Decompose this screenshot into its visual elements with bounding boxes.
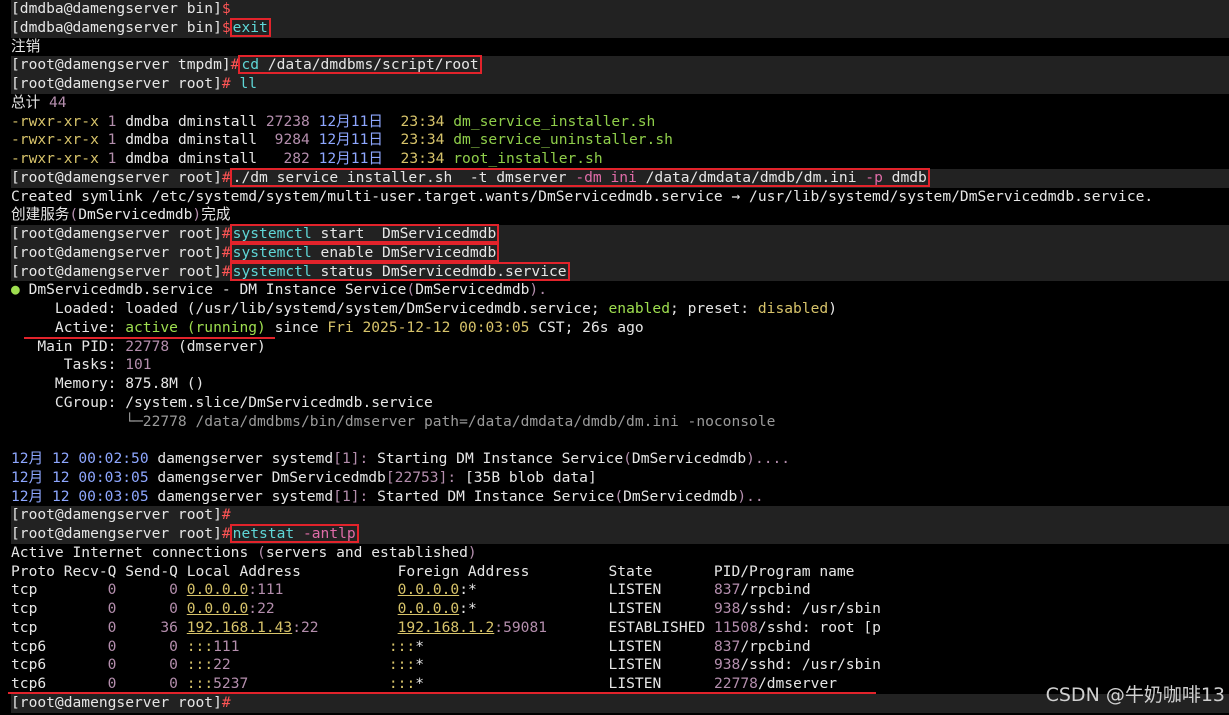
terminal-line: [root@damengserver root]# systemctl enabl… [11,242,1229,263]
table-row: tcp 0 0 0.0.0.0:22 0.0.0.0:* LISTEN 938/… [11,600,881,617]
table-row: tcp 0 36 192.168.1.43:22 192.168.1.2:590… [11,618,881,636]
output-line: 注销 [11,37,41,55]
table-row: tcp6 0 0 :::22 :::* LISTEN 938/sshd: /us… [11,656,881,674]
terminal-line: [root@damengserver root]# systemctl statu… [11,261,1229,282]
file-row: -rwxr-xr-x 1 dmdba dminstall 282 12月11日 … [11,150,603,167]
terminal-line: [root@damengserver root]# [11,506,1229,525]
terminal-line: [root@damengserver root]# systemctl start… [11,224,1229,244]
table-header: Proto Recv-Q Send-Q Local Address Foreig… [11,562,855,580]
output-line: 总计 44 [11,93,67,111]
terminal-line: [dmdba@damengserver bin]$ [11,0,1229,19]
output-line: Active Internet connections (servers and… [11,543,477,561]
table-row: tcp6 0 0 :::111 :::* LISTEN 837/rpcbind [11,637,811,655]
output-line: CGroup: /system.slice/DmServicedmdb.serv… [11,393,433,411]
highlight-underline-active [24,337,275,339]
terminal-line: [root@damengserver root]# netstat -antlp [11,524,1229,544]
log-line: 12月 12 00:03:05 damengserver systemd[1]:… [11,487,764,505]
file-row: -rwxr-xr-x 1 dmdba dminstall 27238 12月11… [11,112,656,130]
status-dot-icon: ● [11,281,20,299]
table-row: tcp 0 0 0.0.0.0:111 0.0.0.0:* LISTEN 837… [11,581,811,599]
terminal-line: [root@damengserver root]# ./dm_service_in… [11,167,1229,188]
terminal-line: [root@damengserver root]# ll [11,75,1229,94]
output-line: Tasks: 101 [11,356,152,374]
command-exit: exit [229,17,271,37]
file-row: -rwxr-xr-x 1 dmdba dminstall 9284 12月11日… [11,131,673,149]
highlight-underline-dmserver [8,692,876,694]
output-line: └─22778 /data/dmdbms/bin/dmserver path=/… [11,412,776,430]
output-line: 创建服务(DmServicedmdb)完成 [11,206,231,224]
output-line: Loaded: loaded (/usr/lib/systemd/system/… [11,300,837,317]
output-line: Active: active (running) since Fri 2025-… [11,318,644,336]
log-line: 12月 12 00:02:50 damengserver systemd[1]:… [11,450,791,467]
terminal-window[interactable]: [dmdba@damengserver bin]$ [dmdba@damengs… [0,0,1229,715]
command-install-service: ./dm_service_installer.sh -t dmserver -d… [229,167,930,187]
watermark: CSDN @牛奶咖啡13 [1045,684,1225,706]
log-line: 12月 12 00:03:05 damengserver DmServicedm… [11,468,597,486]
output-line: Created symlink /etc/systemd/system/mult… [11,187,1154,205]
output-line: ● DmServicedmdb.service - DM Instance Se… [11,281,547,299]
output-line: Main PID: 22778 (dmserver) [11,337,266,355]
terminal-line: [dmdba@damengserver bin]$ exit [11,17,1229,38]
terminal-line: [root@damengserver tmpdm]# cd /data/dmdbm… [11,55,1229,75]
output-line: Memory: 875.8M () [11,375,205,392]
